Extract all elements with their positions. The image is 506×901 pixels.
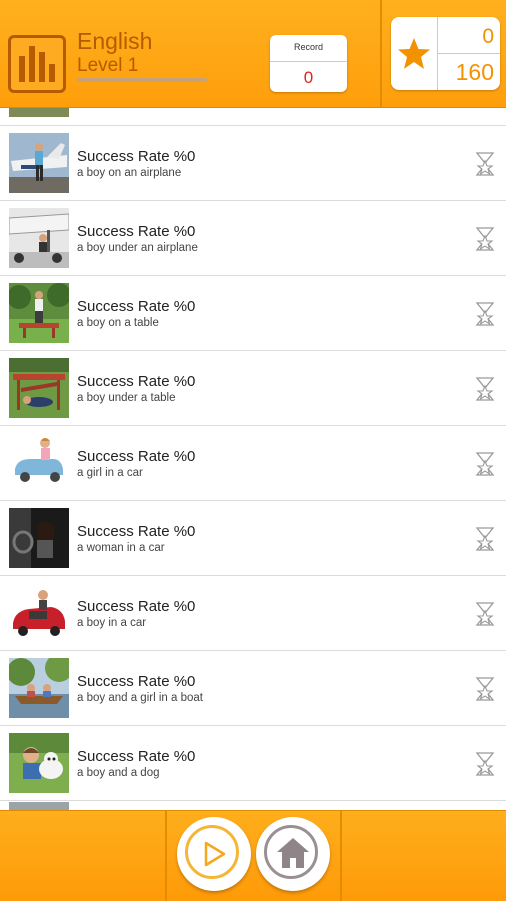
item-caption: a boy and a dog xyxy=(77,767,160,779)
thumbnail-image xyxy=(9,208,69,268)
list-item[interactable]: Success Rate %0 a boy and a dog xyxy=(0,726,506,801)
home-button[interactable] xyxy=(256,817,330,891)
item-caption: a boy on a table xyxy=(77,317,159,329)
success-rate: Success Rate %0 xyxy=(77,373,196,390)
thumbnail-image xyxy=(9,108,69,117)
points-total: 160 xyxy=(455,59,494,85)
hourglass-star-icon[interactable] xyxy=(474,601,496,627)
list-item[interactable]: Success Rate %0 a boy on an airplane xyxy=(0,126,506,201)
success-rate: Success Rate %0 xyxy=(77,598,196,615)
record-value: 0 xyxy=(303,68,314,87)
thumbnail-image xyxy=(9,733,69,793)
hourglass-star-icon[interactable] xyxy=(474,451,496,477)
item-caption: a girl in a car xyxy=(77,467,143,479)
thumbnail-image xyxy=(9,133,69,193)
list-item[interactable]: Success Rate %0 a boy in a car xyxy=(0,576,506,651)
hourglass-star-icon[interactable] xyxy=(474,226,496,252)
hourglass-star-icon[interactable] xyxy=(474,376,496,402)
list-item[interactable]: Success Rate %0 a boy on a table xyxy=(0,276,506,351)
hourglass-star-icon[interactable] xyxy=(474,526,496,552)
hourglass-star-icon[interactable] xyxy=(474,151,496,177)
thumbnail-image xyxy=(9,283,69,343)
item-caption: a boy and a girl in a boat xyxy=(77,692,203,704)
bar-chart-icon xyxy=(8,35,66,93)
score-box: 0 160 xyxy=(391,17,500,90)
list-item[interactable]: Success Rate %0 a girl in a car xyxy=(0,426,506,501)
home-icon xyxy=(277,838,309,868)
thumbnail-image xyxy=(9,358,69,418)
list-item[interactable]: Success Rate %0 a boy and a girl in a bo… xyxy=(0,651,506,726)
star-icon xyxy=(398,38,430,69)
stars-count: 0 xyxy=(482,25,494,48)
success-rate: Success Rate %0 xyxy=(77,148,196,165)
hourglass-star-icon[interactable] xyxy=(474,301,496,327)
thumbnail-image xyxy=(9,802,69,810)
hourglass-star-icon[interactable] xyxy=(474,676,496,702)
language-title: English xyxy=(77,28,153,54)
item-caption: a woman in a car xyxy=(77,542,165,554)
thumbnail-image xyxy=(9,583,69,643)
record-label: Record xyxy=(293,42,323,52)
bottom-bar xyxy=(0,810,506,901)
list-item[interactable]: Success Rate %0 a boy under an airplane xyxy=(0,201,506,276)
level-progress-bar xyxy=(77,78,207,82)
play-icon xyxy=(204,841,226,867)
success-rate: Success Rate %0 xyxy=(77,748,196,765)
top-bar: English Level 1 Record 0 0 160 xyxy=(0,0,506,108)
lesson-list[interactable]: Success Rate %0 a boy on an airplane Suc… xyxy=(0,108,506,810)
thumbnail-image xyxy=(9,433,69,493)
list-item[interactable] xyxy=(0,108,506,126)
success-rate: Success Rate %0 xyxy=(77,448,196,465)
success-rate: Success Rate %0 xyxy=(77,523,196,540)
item-caption: a boy under a table xyxy=(77,392,176,404)
record-box: Record 0 xyxy=(270,35,347,92)
success-rate: Success Rate %0 xyxy=(77,223,196,240)
item-caption: a boy under an airplane xyxy=(77,242,198,254)
success-rate: Success Rate %0 xyxy=(77,298,196,315)
list-item[interactable]: Success Rate %0 a woman in a car xyxy=(0,501,506,576)
thumbnail-image xyxy=(9,508,69,568)
list-item[interactable]: Success Rate %0 a boy under a table xyxy=(0,351,506,426)
level-label: Level 1 xyxy=(77,55,139,76)
hourglass-star-icon[interactable] xyxy=(474,751,496,777)
success-rate: Success Rate %0 xyxy=(77,673,196,690)
item-caption: a boy on an airplane xyxy=(77,167,182,179)
thumbnail-image xyxy=(9,658,69,718)
play-button[interactable] xyxy=(177,817,251,891)
item-caption: a boy in a car xyxy=(77,617,147,629)
list-item[interactable] xyxy=(0,800,506,810)
